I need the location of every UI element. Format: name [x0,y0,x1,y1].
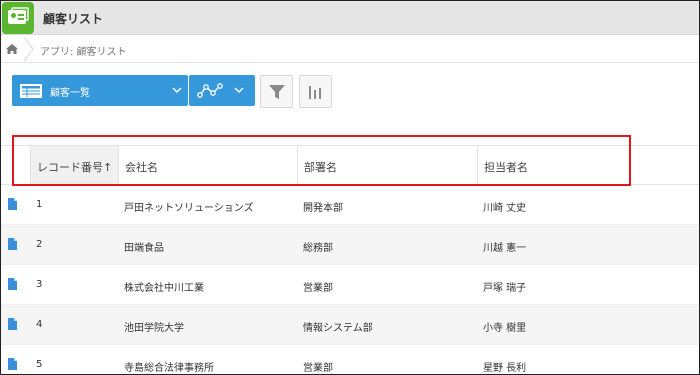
breadcrumb: アプリ: 顧客リスト [1,35,699,63]
record-detail-icon[interactable] [8,198,17,210]
graph-button[interactable] [299,75,332,108]
app-header: 顧客リスト [1,1,699,35]
column-header-company[interactable]: 会社名 [118,146,297,185]
table-row[interactable]: 5 寺島総合法律事務所 営業部 星野 長利 [1,345,699,374]
department-cell: 情報システム部 [303,323,373,334]
record-number-cell: 4 [36,319,43,330]
home-icon[interactable] [6,44,18,54]
line-graph-icon [197,83,223,98]
contact-person-cell: 星野 長利 [483,363,527,374]
app-window: 顧客リスト アプリ: 顧客リスト 顧客一覧 レコード番号↑ 会社名 部署名 担当… [0,0,700,375]
filter-icon [269,85,285,99]
table-row[interactable]: 4 池田学院大学 情報システム部 小寺 樹里 [1,305,699,345]
department-cell: 営業部 [303,363,333,374]
table-row[interactable]: 3 株式会社中川工業 営業部 戸塚 瑞子 [1,265,699,305]
record-number-cell: 5 [36,359,43,370]
company-cell: 寺島総合法律事務所 [124,363,214,374]
breadcrumb-link[interactable]: アプリ: 顧客リスト [40,43,127,58]
table-row[interactable]: 1 戸田ネットソリューションズ 開発本部 川崎 丈史 [1,185,699,225]
department-cell: 営業部 [303,283,333,294]
company-cell: 池田学院大学 [124,323,184,334]
record-number-cell: 3 [36,279,43,290]
bar-chart-icon [309,86,321,99]
table-row[interactable]: 2 田端食品 総務部 川越 憲一 [1,225,699,265]
contact-person-cell: 戸塚 瑞子 [483,283,527,294]
record-detail-icon[interactable] [8,318,17,330]
app-title: 顧客リスト [43,12,104,26]
column-header-contact-person[interactable]: 担当者名 [477,146,699,185]
department-cell: 開発本部 [303,203,343,214]
app-icon[interactable] [2,2,34,34]
company-cell: 田端食品 [124,243,164,254]
chevron-down-icon [234,87,244,94]
department-cell: 総務部 [303,243,333,254]
company-cell: 株式会社中川工業 [124,283,204,294]
filter-button[interactable] [260,75,293,108]
view-select-dropdown[interactable]: 顧客一覧 [12,75,188,106]
record-number-cell: 2 [36,239,43,250]
contact-card-icon [8,10,26,24]
record-detail-icon[interactable] [8,238,17,250]
graph-select-dropdown[interactable] [189,75,255,106]
company-cell: 戸田ネットソリューションズ [124,203,254,214]
record-number-cell: 1 [36,199,43,210]
record-detail-icon[interactable] [8,358,17,370]
record-detail-icon[interactable] [8,278,17,290]
view-select-label: 顧客一覧 [50,88,90,99]
chevron-down-icon [172,87,182,94]
column-header-department[interactable]: 部署名 [297,146,477,185]
column-header-record-number[interactable]: レコード番号↑ [30,146,118,185]
contact-person-cell: 川越 憲一 [483,243,527,254]
list-view-icon [20,84,42,98]
table-header-row: レコード番号↑ 会社名 部署名 担当者名 [1,145,699,185]
breadcrumb-separator-icon [23,37,34,61]
contact-person-cell: 川崎 丈史 [483,203,527,214]
contact-person-cell: 小寺 樹里 [483,323,527,334]
